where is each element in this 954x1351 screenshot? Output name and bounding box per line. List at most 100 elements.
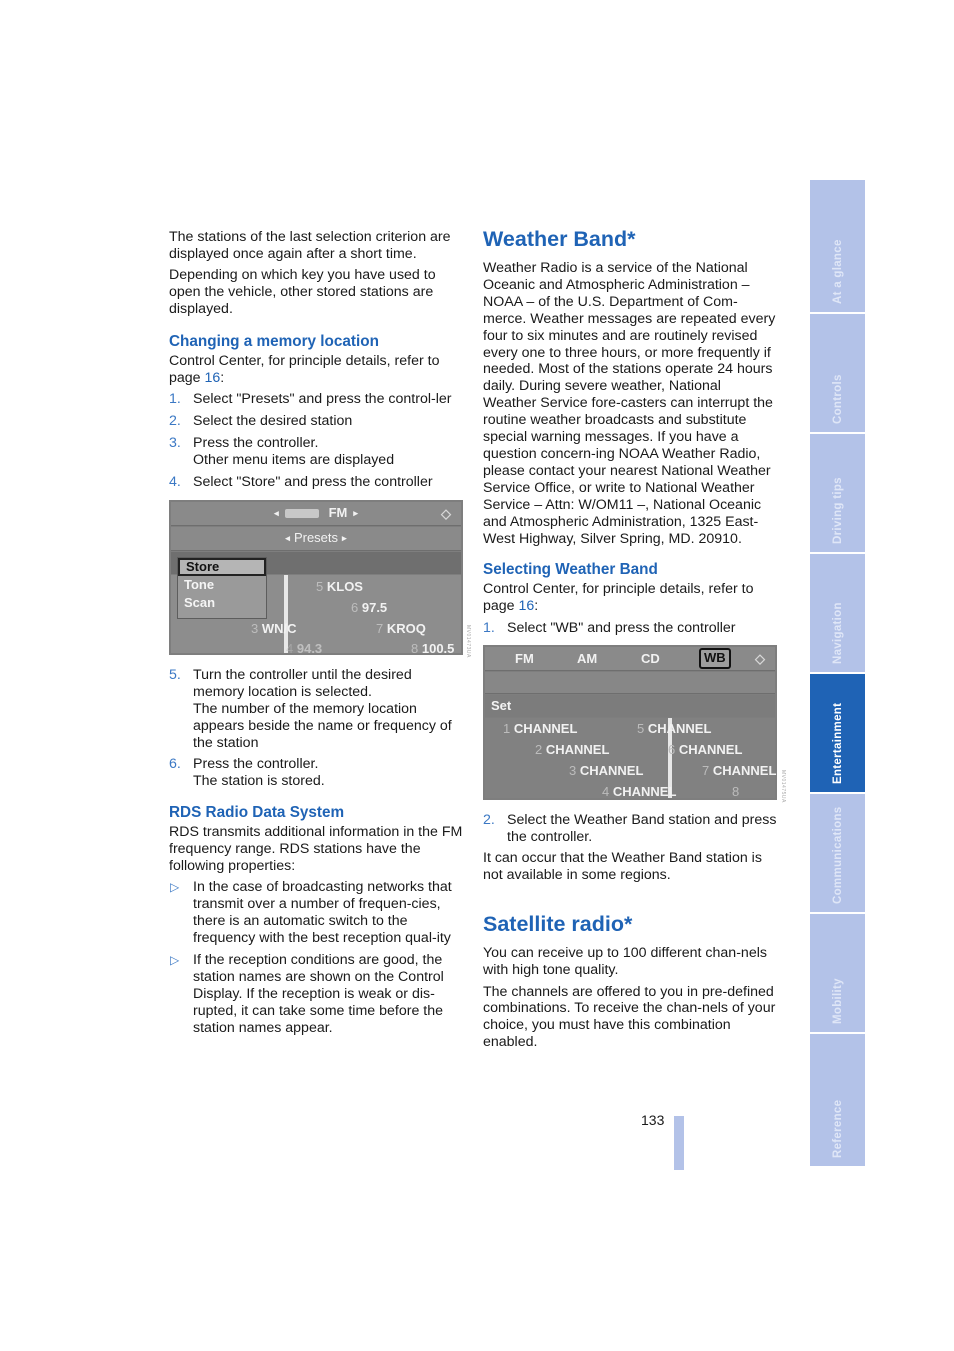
blank-bar bbox=[485, 671, 775, 694]
image-code: MV01473UA bbox=[465, 625, 471, 658]
step-text: Select "Store" and press the controller bbox=[193, 473, 433, 490]
availability-note: It can occur that the Weather Band stati… bbox=[483, 850, 762, 884]
station-item[interactable]: 8 100.5 bbox=[411, 641, 454, 655]
tab-driving-tips[interactable]: Driving tips bbox=[810, 434, 865, 552]
step-number: 2. bbox=[483, 811, 495, 828]
station-item[interactable]: 7 KROQ bbox=[376, 621, 426, 638]
arrow-left-icon: ◂ bbox=[274, 507, 279, 518]
controller-icon: ◇ bbox=[441, 505, 451, 521]
page-link[interactable]: 16 bbox=[519, 598, 535, 614]
rds-heading: RDS Radio Data System bbox=[169, 804, 345, 822]
step-item: 4. Select "Store" and press the controlle… bbox=[169, 474, 464, 491]
band-label: FM bbox=[328, 504, 348, 520]
channel-list: 1 CHANNEL 2 CHANNEL 3 CHANNEL 4 CHANNEL … bbox=[485, 717, 776, 800]
station-item[interactable]: 3 WN/C bbox=[251, 621, 297, 638]
bullet-item: ▷ In the case of broadcasting networks th… bbox=[169, 879, 464, 947]
step-number: 5. bbox=[169, 666, 181, 683]
triangle-bullet-icon: ▷ bbox=[170, 953, 180, 968]
step-item: 3. Press the controller. Other menu items … bbox=[169, 435, 464, 469]
tab-reference[interactable]: Reference bbox=[810, 1034, 865, 1166]
bullet-text: In the case of broadcasting networks tha… bbox=[193, 879, 452, 947]
tab-communications[interactable]: Communications bbox=[810, 794, 865, 912]
weather-band-screenshot: FM AM CD WB ◇ Set 1 CHANNEL 2 CHANNEL 3 … bbox=[483, 644, 777, 800]
satellite-radio-heading: Satellite radio* bbox=[483, 912, 633, 937]
tab-mobility[interactable]: Mobility bbox=[810, 914, 865, 1032]
page-number: 133 bbox=[641, 1112, 665, 1128]
tab-at-a-glance[interactable]: At a glance bbox=[810, 180, 865, 312]
channel-item[interactable]: 7 CHANNEL bbox=[702, 763, 776, 780]
channel-item[interactable]: 2 CHANNEL bbox=[535, 742, 609, 759]
menu-item-scan[interactable]: Scan bbox=[178, 594, 266, 612]
tab-entertainment[interactable]: Entertainment bbox=[810, 674, 865, 792]
channel-item[interactable]: 4 CHANNEL bbox=[602, 784, 676, 800]
channel-item[interactable]: 1 CHANNEL bbox=[503, 721, 577, 738]
bullet-text: If the reception conditions are good, th… bbox=[193, 952, 444, 1036]
tab-label: Driving tips bbox=[831, 477, 844, 544]
step-subtext: The station is stored. bbox=[193, 773, 325, 790]
page-link[interactable]: 16 bbox=[205, 370, 221, 386]
image-code: MV01475UA bbox=[780, 770, 786, 803]
options-menu: Store Tone Scan bbox=[177, 556, 267, 619]
controller-icon: ◇ bbox=[755, 650, 765, 666]
step-text: Select the desired station bbox=[193, 413, 353, 430]
reference-suffix: : bbox=[220, 369, 225, 386]
step-subtext: Other menu items are displayed bbox=[193, 452, 395, 469]
step-text: Press the controller. bbox=[193, 435, 319, 452]
arrow-left-icon: ◂ bbox=[285, 532, 290, 543]
satellite-paragraph: The channels are offered to you in pre-d… bbox=[483, 983, 776, 1051]
step-item: 1. Select "Presets" and press the control… bbox=[169, 391, 464, 408]
tab-label: Entertainment bbox=[831, 702, 844, 784]
band-bar: ◂ FM ▸ ◇ bbox=[171, 501, 461, 526]
intro-paragraph: The stations of the last selection crite… bbox=[169, 229, 451, 262]
step-number: 1. bbox=[169, 391, 181, 408]
page-marker-bar bbox=[674, 1116, 684, 1170]
step-text: Select "Presets" and press the control-l… bbox=[193, 391, 452, 408]
channel-item[interactable]: 5 CHANNEL bbox=[637, 721, 711, 738]
set-label[interactable]: Set bbox=[485, 694, 775, 717]
bullet-item: ▷ If the reception conditions are good, t… bbox=[169, 952, 464, 1037]
channel-item[interactable]: 6 CHANNEL bbox=[668, 742, 742, 759]
step-number: 1. bbox=[483, 619, 495, 636]
tab-fm[interactable]: FM bbox=[515, 651, 534, 668]
step-item: 2. Select the desired station bbox=[169, 413, 464, 430]
arrow-right-icon: ▸ bbox=[342, 532, 347, 543]
tab-label: Navigation bbox=[831, 602, 844, 664]
channel-item[interactable]: 8 bbox=[732, 784, 739, 800]
selecting-heading: Selecting Weather Band bbox=[483, 561, 658, 579]
step-item: 5. Turn the controller until the desired … bbox=[169, 667, 464, 752]
station-item[interactable]: 4 94.3 bbox=[286, 641, 322, 655]
station-item[interactable]: 6 97.5 bbox=[351, 600, 387, 617]
tab-am[interactable]: AM bbox=[577, 651, 597, 668]
step-item: 6. Press the controller. The station is st… bbox=[169, 756, 464, 790]
step-text: Select the Weather Band station and pres… bbox=[507, 811, 777, 845]
weather-band-heading: Weather Band* bbox=[483, 227, 636, 251]
tab-cd[interactable]: CD bbox=[641, 651, 660, 668]
presets-screenshot: ◂ FM ▸ ◇ ◂ Presets ▸ 5 KLOS 6 97.5 3 WN/… bbox=[169, 499, 463, 655]
arrow-right-icon: ▸ bbox=[353, 507, 358, 518]
tab-controls[interactable]: Controls bbox=[810, 314, 865, 432]
step-number: 3. bbox=[169, 435, 181, 452]
band-tabs: FM AM CD WB ◇ bbox=[485, 646, 775, 671]
intro-paragraph: Depending on which key you have used to … bbox=[169, 267, 436, 318]
step-text: Select "WB" and press the controller bbox=[507, 619, 736, 636]
tab-label: Communications bbox=[831, 806, 844, 905]
tab-wb[interactable]: WB bbox=[699, 647, 731, 669]
memory-heading: Changing a memory location bbox=[169, 333, 379, 351]
channel-item[interactable]: 3 CHANNEL bbox=[569, 763, 643, 780]
triangle-bullet-icon: ▷ bbox=[170, 880, 180, 895]
menu-item-store[interactable]: Store bbox=[178, 557, 266, 576]
satellite-paragraph: You can receive up to 100 different chan… bbox=[483, 945, 767, 979]
reference-suffix: : bbox=[534, 598, 539, 615]
tab-label: At a glance bbox=[831, 239, 844, 304]
step-number: 6. bbox=[169, 756, 181, 773]
memory-reference: Control Center, for principle details, r… bbox=[169, 353, 464, 387]
step-text: Turn the controller until the desired me… bbox=[193, 666, 412, 700]
menu-item-tone[interactable]: Tone bbox=[178, 576, 266, 594]
tab-navigation[interactable]: Navigation bbox=[810, 554, 865, 672]
step-item: 1. Select "WB" and press the controller bbox=[483, 620, 778, 637]
step-item: 2. Select the Weather Band station and pr… bbox=[483, 812, 778, 846]
left-column: The stations of the last selection crite… bbox=[169, 229, 464, 1042]
step-subtext: The number of the memory location appear… bbox=[193, 700, 452, 751]
step-number: 2. bbox=[169, 413, 181, 430]
station-item[interactable]: 5 KLOS bbox=[316, 579, 363, 596]
